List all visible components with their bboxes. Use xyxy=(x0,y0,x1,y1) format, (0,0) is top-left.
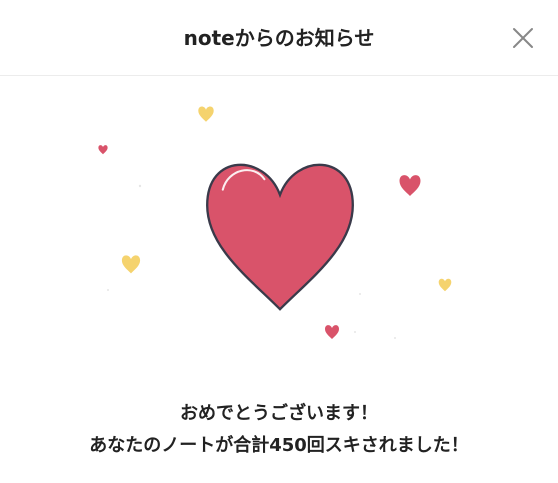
small-heart-icon xyxy=(98,145,108,155)
close-icon xyxy=(513,28,533,48)
congrats-message: おめでとうございます！ xyxy=(180,403,378,424)
small-heart-icon xyxy=(198,106,214,122)
dialog-header: noteからのお知らせ xyxy=(0,0,558,76)
small-heart-icon xyxy=(121,255,141,274)
celebration-illustration xyxy=(0,76,558,376)
main-heart-icon xyxy=(207,165,353,309)
notification-dialog: noteからのお知らせ おめでとうございます！ あなたのノートが合計450回スキ… xyxy=(0,0,558,483)
small-heart-icon xyxy=(325,325,339,339)
dialog-title: noteからのお知らせ xyxy=(183,26,375,50)
small-heart-icon xyxy=(399,175,421,196)
likes-count-message: あなたのノートが合計450回スキされました！ xyxy=(89,435,469,456)
small-heart-icon xyxy=(438,278,452,292)
close-button[interactable] xyxy=(508,23,538,53)
